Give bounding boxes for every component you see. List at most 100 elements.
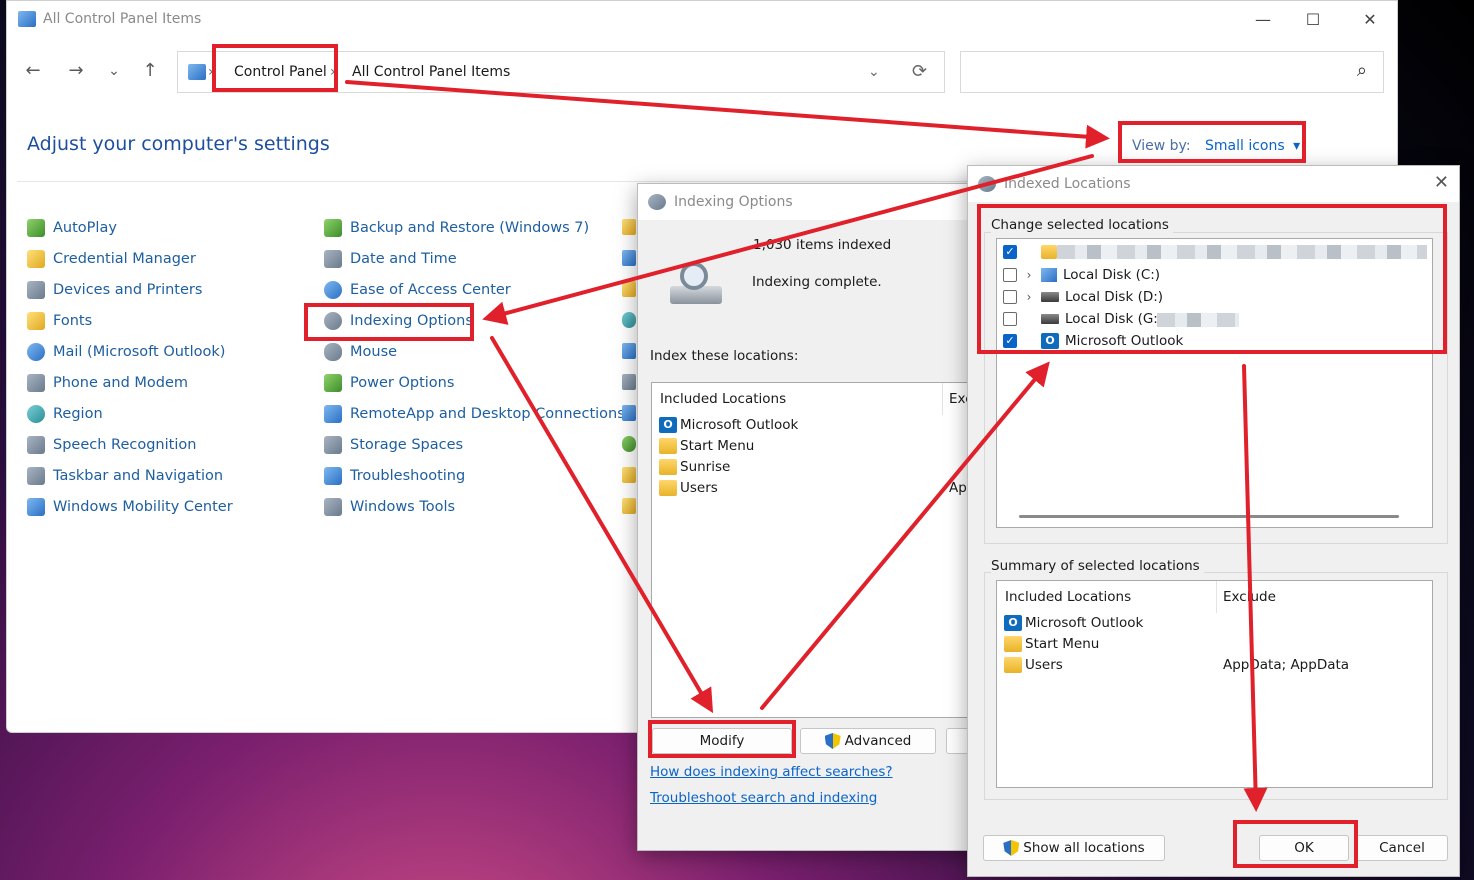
- column-header-included: Included Locations: [660, 391, 787, 407]
- checkbox[interactable]: [1003, 290, 1017, 304]
- hidden-item-icon: [622, 250, 636, 266]
- cp-item-power-options[interactable]: Power Options: [324, 371, 454, 395]
- control-panel-icon: [18, 11, 36, 27]
- horizontal-scrollbar[interactable]: [1019, 515, 1399, 518]
- tree-row-local-disk-c[interactable]: › Local Disk (C:): [1003, 265, 1160, 285]
- accessibility-icon: [324, 281, 342, 299]
- recent-locations-chevron-icon[interactable]: ⌄: [102, 59, 126, 83]
- index-locations-label: Index these locations:: [650, 348, 799, 364]
- included-locations-list[interactable]: Included Locations Exc O Microsoft Outloo…: [651, 382, 981, 718]
- cp-item-label: Power Options: [350, 375, 455, 391]
- indexing-help-link[interactable]: How does indexing affect searches?: [650, 764, 893, 780]
- locations-tree[interactable]: ✓ › Local Disk (C:) › Local Disk (D:) Loca…: [996, 238, 1433, 528]
- cp-item-label: RemoteApp and Desktop Connections: [350, 406, 625, 422]
- folder-icon: [659, 438, 677, 454]
- folder-icon: [1041, 245, 1057, 259]
- expand-chevron-icon[interactable]: ›: [1023, 268, 1035, 282]
- summary-row: O Microsoft Outlook: [1004, 613, 1143, 633]
- refresh-icon[interactable]: ⟳: [912, 61, 927, 82]
- maximize-button[interactable]: ☐: [1293, 7, 1333, 33]
- expand-chevron-icon[interactable]: ›: [1023, 290, 1035, 304]
- tree-row-local-disk-d[interactable]: › Local Disk (D:): [1003, 287, 1163, 307]
- cp-item-label: Backup and Restore (Windows 7): [350, 220, 590, 236]
- forward-arrow-icon[interactable]: →: [64, 59, 88, 83]
- checkbox[interactable]: ✓: [1003, 245, 1017, 259]
- column-divider: [1216, 581, 1217, 613]
- list-item[interactable]: O Microsoft Outlook: [659, 415, 798, 435]
- troubleshoot-link[interactable]: Troubleshoot search and indexing: [650, 790, 877, 806]
- folder-icon: [659, 480, 677, 496]
- list-item[interactable]: Sunrise: [659, 457, 730, 477]
- tree-label: Local Disk (C:): [1063, 267, 1161, 283]
- cp-item-label: Indexing Options: [350, 313, 473, 329]
- search-input[interactable]: ⌕: [960, 51, 1384, 93]
- cp-item-speech[interactable]: Speech Recognition: [27, 433, 196, 457]
- cp-item-region[interactable]: Region: [27, 402, 103, 426]
- location-label: Microsoft Outlook: [680, 417, 799, 433]
- up-arrow-icon[interactable]: ↑: [138, 59, 162, 83]
- control-panel-icon: [188, 64, 206, 80]
- cp-item-indexing-options[interactable]: Indexing Options: [324, 309, 473, 333]
- checkbox[interactable]: ✓: [1003, 334, 1017, 348]
- tree-label: Local Disk (D:): [1065, 289, 1164, 305]
- list-item[interactable]: Start Menu: [659, 436, 754, 456]
- summary-list[interactable]: Included Locations Exclude O Microsoft Ou…: [996, 580, 1433, 788]
- close-button[interactable]: ✕: [1350, 7, 1390, 33]
- checkbox[interactable]: [1003, 268, 1017, 282]
- view-by-control[interactable]: View by: Small icons ▾: [1132, 138, 1300, 154]
- cp-item-mobility-center[interactable]: Windows Mobility Center: [27, 495, 233, 519]
- back-arrow-icon[interactable]: ←: [21, 59, 45, 83]
- cancel-button[interactable]: Cancel: [1356, 835, 1448, 861]
- credential-manager-icon: [27, 250, 45, 268]
- cp-item-autoplay[interactable]: AutoPlay: [27, 216, 117, 240]
- address-bar[interactable]: › Control Panel › All Control Panel Item…: [177, 51, 945, 93]
- ok-button[interactable]: OK: [1259, 835, 1349, 861]
- taskbar-icon: [27, 467, 45, 485]
- cp-item-date-time[interactable]: Date and Time: [324, 247, 457, 271]
- cp-item-backup-restore[interactable]: Backup and Restore (Windows 7): [324, 216, 589, 240]
- hidden-item-icon: [622, 312, 636, 328]
- show-all-locations-button[interactable]: Show all locations: [983, 835, 1165, 861]
- cp-item-mail[interactable]: Mail (Microsoft Outlook): [27, 340, 225, 364]
- uac-shield-icon: [1003, 840, 1020, 856]
- cp-item-mouse[interactable]: Mouse: [324, 340, 397, 364]
- change-locations-label: Change selected locations: [991, 217, 1173, 233]
- view-by-value[interactable]: Small icons: [1205, 138, 1285, 154]
- cp-item-phone-modem[interactable]: Phone and Modem: [27, 371, 188, 395]
- tree-row-local-disk-g[interactable]: Local Disk (G:): [1003, 309, 1163, 329]
- cp-item-taskbar[interactable]: Taskbar and Navigation: [27, 464, 223, 488]
- advanced-button[interactable]: Advanced: [800, 728, 936, 754]
- drive-icon: [1041, 292, 1059, 302]
- breadcrumb-all-items[interactable]: All Control Panel Items: [352, 64, 510, 80]
- power-icon: [324, 374, 342, 392]
- cp-item-ease-of-access[interactable]: Ease of Access Center: [324, 278, 511, 302]
- cp-item-credential-manager[interactable]: Credential Manager: [27, 247, 196, 271]
- minimize-button[interactable]: —: [1243, 7, 1283, 33]
- modify-button[interactable]: Modify: [652, 728, 792, 754]
- page-title: Adjust your computer's settings: [27, 133, 330, 155]
- outlook-icon: O: [659, 417, 677, 433]
- cp-item-devices-printers[interactable]: Devices and Printers: [27, 278, 202, 302]
- tree-row-root[interactable]: ✓: [1003, 242, 1057, 262]
- address-dropdown-chevron-icon[interactable]: ⌄: [868, 64, 880, 80]
- cp-item-label: Windows Tools: [350, 499, 456, 515]
- indexing-status: Indexing complete.: [752, 274, 882, 290]
- folder-icon: [659, 459, 677, 475]
- close-icon[interactable]: ✕: [1434, 172, 1449, 193]
- mouse-icon: [324, 343, 342, 361]
- cp-item-remoteapp[interactable]: RemoteApp and Desktop Connections: [324, 402, 625, 426]
- tree-row-outlook[interactable]: ✓ O Microsoft Outlook: [1003, 331, 1183, 351]
- cp-item-label: Fonts: [53, 313, 93, 329]
- cp-item-label: Mail (Microsoft Outlook): [53, 344, 226, 360]
- breadcrumb-control-panel[interactable]: Control Panel: [234, 64, 327, 80]
- remote-desktop-icon: [324, 405, 342, 423]
- cp-item-windows-tools[interactable]: Windows Tools: [324, 495, 455, 519]
- list-item[interactable]: Users: [659, 478, 718, 498]
- checkbox[interactable]: [1003, 312, 1017, 326]
- cp-item-label: Region: [53, 406, 103, 422]
- view-by-dropdown-icon[interactable]: ▾: [1293, 138, 1300, 154]
- cp-item-fonts[interactable]: Fonts: [27, 309, 92, 333]
- cp-item-troubleshooting[interactable]: Troubleshooting: [324, 464, 465, 488]
- storage-icon: [324, 436, 342, 454]
- cp-item-storage-spaces[interactable]: Storage Spaces: [324, 433, 463, 457]
